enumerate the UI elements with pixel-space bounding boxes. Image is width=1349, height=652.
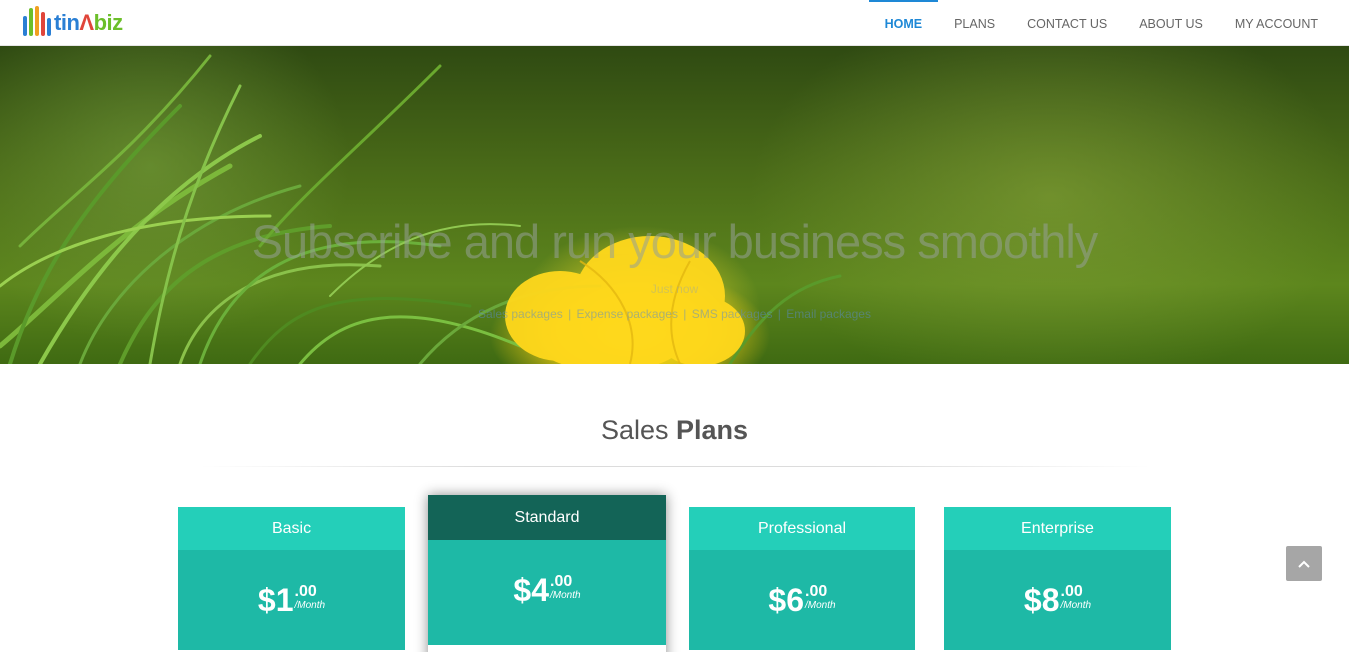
price-whole: $8 xyxy=(1023,582,1060,618)
hero-link-email[interactable]: Email packages xyxy=(786,307,871,321)
price-period: /Month xyxy=(294,600,326,611)
logo-text: tinΛbiz xyxy=(54,10,124,35)
section-divider xyxy=(200,466,1150,467)
price-cents: .00 xyxy=(1060,583,1083,600)
price-period: /Month xyxy=(805,600,836,611)
hero-link-sales[interactable]: Sales packages xyxy=(478,307,563,321)
plan-name: Basic xyxy=(178,507,405,550)
chevron-up-icon xyxy=(1298,560,1310,568)
price-cents: .00 xyxy=(550,573,573,590)
site-logo[interactable]: tinΛbiz xyxy=(23,6,123,38)
hero-banner: Subscribe and run your business smoothly… xyxy=(0,46,1349,364)
plan-name: Enterprise xyxy=(944,507,1171,550)
hero-links: Sales packages | Expense packages | SMS … xyxy=(478,307,871,321)
price-period: /Month xyxy=(550,590,581,601)
price-cents: .00 xyxy=(805,583,828,600)
hero-link-sms[interactable]: SMS packages xyxy=(692,307,773,321)
top-navbar: tinΛbiz HOME PLANS CONTACT US ABOUT US M… xyxy=(0,0,1349,46)
logo-text-main: tin xyxy=(54,10,80,35)
plan-card-enterprise[interactable]: Enterprise $8 .00 /Month xyxy=(944,507,1171,652)
main-nav: HOME PLANS CONTACT US ABOUT US MY ACCOUN… xyxy=(868,0,1334,46)
plan-card-standard[interactable]: Standard $4 .00 /Month xyxy=(428,495,666,652)
plan-price: $8 .00 /Month xyxy=(944,550,1171,650)
price-whole: $6 xyxy=(768,582,804,618)
nav-contact-us[interactable]: CONTACT US xyxy=(1011,0,1123,46)
price-whole: $4 xyxy=(513,572,549,608)
price-whole: $1 xyxy=(257,582,294,618)
price-cents: .00 xyxy=(294,583,317,600)
plan-card-basic[interactable]: Basic $1 .00 /Month xyxy=(178,507,405,652)
logo-bars-icon xyxy=(23,6,51,38)
hero-title: Subscribe and run your business smoothly xyxy=(251,215,1099,268)
nav-my-account[interactable]: MY ACCOUNT xyxy=(1219,0,1334,46)
price-period: /Month xyxy=(1060,600,1092,611)
plan-name: Standard xyxy=(428,495,666,540)
nav-about-us[interactable]: ABOUT US xyxy=(1123,0,1219,46)
hero-link-expense[interactable]: Expense packages xyxy=(577,307,678,321)
plan-price: $4 .00 /Month xyxy=(428,540,666,645)
hero-subtitle: Just now xyxy=(650,282,699,296)
plan-card-professional[interactable]: Professional $6 .00 /Month xyxy=(689,507,915,652)
nav-home[interactable]: HOME xyxy=(868,0,939,46)
section-title-light: Sales xyxy=(600,415,669,445)
logo-text-accent: biz xyxy=(93,10,124,35)
nav-plans[interactable]: PLANS xyxy=(938,0,1011,46)
section-title: Sales Plans xyxy=(0,415,1349,446)
plan-price: $6 .00 /Month xyxy=(689,550,915,650)
section-title-bold: Plans xyxy=(676,415,749,445)
plan-name: Professional xyxy=(689,507,915,550)
scroll-to-top-button[interactable] xyxy=(1286,546,1322,581)
plan-price: $1 .00 /Month xyxy=(178,550,405,650)
